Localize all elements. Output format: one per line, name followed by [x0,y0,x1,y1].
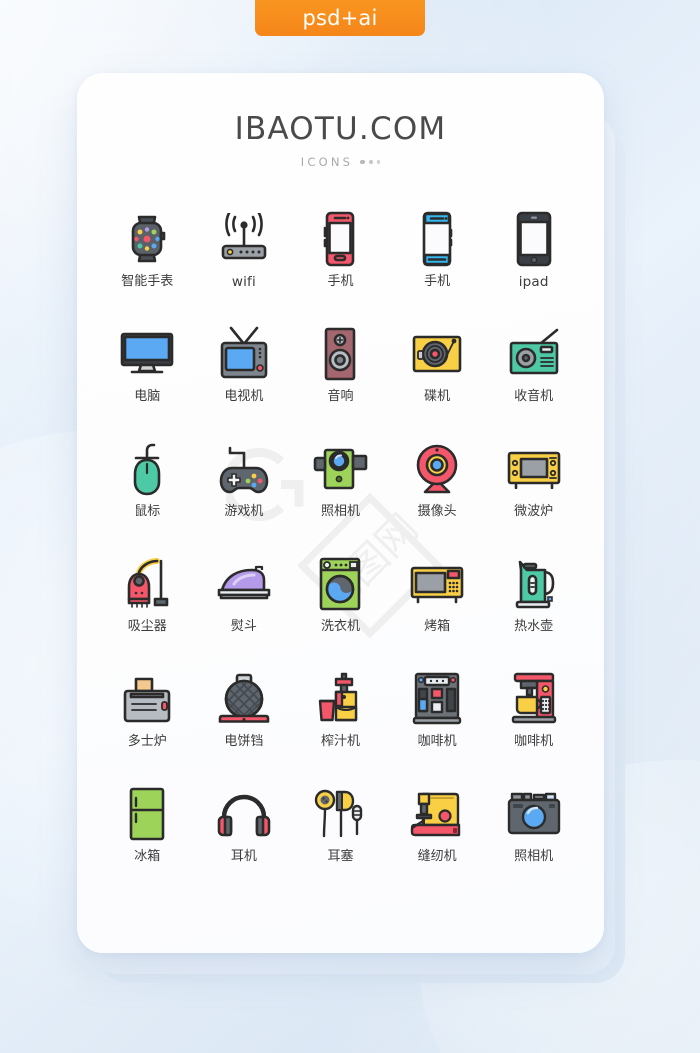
smart-watch-icon [116,209,178,269]
icon-cell-record-player[interactable]: 碟机 [389,324,486,417]
icon-cell-microwave[interactable]: 微波炉 [485,439,582,532]
icon-cell-webcam[interactable]: 摄像头 [389,439,486,532]
waffle-maker-icon [213,669,275,729]
icon-cell-ipad-tablet[interactable]: ipad [485,209,582,302]
icon-label: 电视机 [224,389,264,404]
icon-label: 咖啡机 [417,734,457,749]
icon-cell-earbuds[interactable]: 耳塞 [292,784,389,877]
icon-cell-sewing-machine[interactable]: 缝纫机 [389,784,486,877]
clothes-iron-icon [213,554,275,614]
icon-cell-computer-monitor[interactable]: 电脑 [99,324,196,417]
wifi-router-icon [213,209,275,269]
sewing-machine-icon [406,784,468,844]
icon-cell-clothes-iron[interactable]: 熨斗 [196,554,293,647]
icon-cell-smart-watch[interactable]: 智能手表 [99,209,196,302]
icon-cell-coffee-machine-1[interactable]: 咖啡机 [389,669,486,762]
icon-cell-photo-camera[interactable]: 照相机 [485,784,582,877]
electric-kettle-icon [503,554,565,614]
subtitle-row: ICONS [77,155,604,169]
icon-cell-refrigerator[interactable]: 冰箱 [99,784,196,877]
computer-mouse-icon [116,439,178,499]
page-title: IBAOTU.COM [234,111,447,147]
card-header: IBAOTU.COM ICONS [77,73,604,169]
video-camera-icon [309,439,371,499]
icon-cell-mobile-phone-blue[interactable]: 手机 [389,209,486,302]
icon-cell-coffee-machine-2[interactable]: 咖啡机 [485,669,582,762]
icon-cell-juicer[interactable]: 榨汁机 [292,669,389,762]
icon-cell-electric-kettle[interactable]: 热水壶 [485,554,582,647]
icon-grid: 智能手表 wifi 手机 手机 ipad 电脑 电视机 音响 碟机 收音机 鼠标… [77,209,604,877]
icon-cell-mobile-phone-red[interactable]: 手机 [292,209,389,302]
photo-camera-icon [503,784,565,844]
icon-cell-toaster[interactable]: 多士炉 [99,669,196,762]
icon-label: 照相机 [320,504,360,519]
icon-label: 收音机 [514,389,554,404]
icon-label: 摄像头 [417,504,457,519]
icon-label: 电脑 [134,389,161,404]
icon-label: 耳塞 [327,849,354,864]
dots-decoration [360,159,381,165]
computer-monitor-icon [116,324,178,384]
psd-ai-badge: psd+ai [255,0,425,36]
mobile-phone-blue-icon [406,209,468,269]
coffee-machine-1-icon [406,669,468,729]
icon-cell-waffle-maker[interactable]: 电饼铛 [196,669,293,762]
icon-cell-vacuum-cleaner[interactable]: 吸尘器 [99,554,196,647]
icon-label: 手机 [327,274,354,289]
game-controller-icon [213,439,275,499]
speaker-icon [309,324,371,384]
vacuum-cleaner-icon [116,554,178,614]
icon-label: 熨斗 [230,619,257,634]
refrigerator-icon [116,784,178,844]
toaster-icon [116,669,178,729]
icon-label: 智能手表 [121,274,174,289]
icon-cell-computer-mouse[interactable]: 鼠标 [99,439,196,532]
oven-icon [406,554,468,614]
icon-label: 微波炉 [514,504,554,519]
icon-cell-radio[interactable]: 收音机 [485,324,582,417]
webcam-icon [406,439,468,499]
icon-cell-video-camera[interactable]: 照相机 [292,439,389,532]
icon-label: 烤箱 [424,619,451,634]
icon-cell-headphones[interactable]: 耳机 [196,784,293,877]
washing-machine-icon [309,554,371,614]
icon-label: 热水壶 [514,619,554,634]
radio-icon [503,324,565,384]
icon-label: 缝纫机 [417,849,457,864]
mobile-phone-red-icon [309,209,371,269]
icon-label: ipad [518,274,549,290]
icon-cell-game-controller[interactable]: 游戏机 [196,439,293,532]
icon-set-card: 包图网 IBAOTU.COM ICONS 智能手表 wifi 手机 手机 ipa… [77,73,604,953]
icon-cell-television[interactable]: 电视机 [196,324,293,417]
icon-label: 照相机 [514,849,554,864]
television-icon [213,324,275,384]
icon-label: 咖啡机 [514,734,554,749]
icon-cell-wifi-router[interactable]: wifi [196,209,293,302]
coffee-machine-2-icon [503,669,565,729]
icon-cell-oven[interactable]: 烤箱 [389,554,486,647]
icon-label: 耳机 [230,849,257,864]
juicer-icon [309,669,371,729]
microwave-icon [503,439,565,499]
icon-cell-washing-machine[interactable]: 洗衣机 [292,554,389,647]
ipad-tablet-icon [503,209,565,269]
icon-label: 碟机 [424,389,451,404]
headphones-icon [213,784,275,844]
icon-label: 游戏机 [224,504,264,519]
record-player-icon [406,324,468,384]
icon-label: 吸尘器 [127,619,167,634]
icon-label: 多士炉 [127,734,167,749]
icon-label: 榨汁机 [320,734,360,749]
icon-label: 电饼铛 [224,734,264,749]
icon-cell-speaker[interactable]: 音响 [292,324,389,417]
icon-label: 鼠标 [134,504,161,519]
earbuds-icon [309,784,371,844]
icon-label: 洗衣机 [320,619,360,634]
icon-label: wifi [231,274,256,290]
icon-label: 手机 [424,274,451,289]
icon-label: 冰箱 [134,849,161,864]
page-subtitle: ICONS [300,155,354,169]
icon-label: 音响 [327,389,354,404]
